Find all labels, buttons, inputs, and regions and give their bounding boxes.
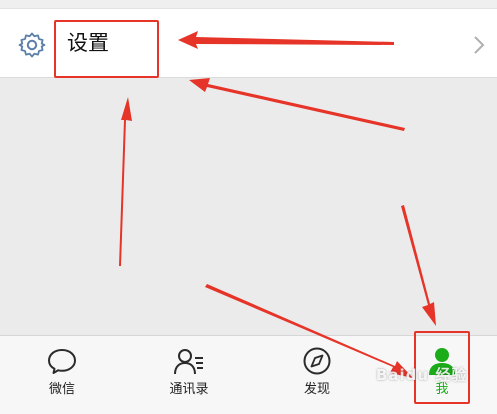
arrow-up-left (119, 97, 132, 266)
arrow-down-right (401, 205, 436, 326)
chat-bubble-icon (48, 349, 76, 374)
top-strip (0, 0, 497, 8)
annotation-box-settings (54, 20, 159, 78)
tab-discover-label: 发现 (303, 382, 330, 397)
tab-contacts[interactable]: 通讯录 (149, 346, 229, 408)
tab-contacts-label: 通讯录 (169, 382, 209, 397)
gear-icon (18, 32, 46, 58)
chevron-right-icon (474, 36, 485, 54)
compass-icon (303, 347, 331, 375)
arrow-to-settings-row (189, 78, 405, 131)
watermark: Baidu 经验 (376, 366, 468, 384)
tab-weixin-label: 微信 (48, 382, 75, 397)
tab-discover[interactable]: 发现 (277, 346, 357, 408)
contacts-icon (174, 349, 203, 375)
screen: 设置 微信 通讯录 发现 我 Baidu 经验 (0, 0, 497, 414)
tab-weixin[interactable]: 微信 (22, 346, 102, 408)
